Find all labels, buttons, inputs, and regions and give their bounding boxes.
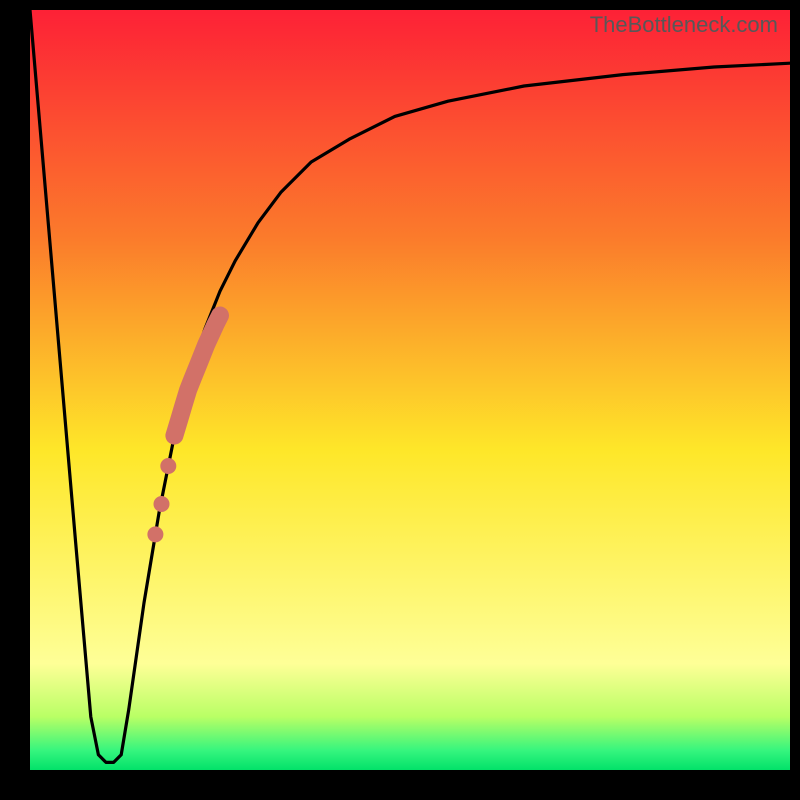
marker-dot (160, 458, 176, 474)
chart-svg (30, 10, 790, 770)
marker-dot (147, 526, 163, 542)
plot-area: TheBottleneck.com (30, 10, 790, 770)
gradient-background (30, 10, 790, 770)
chart-frame: TheBottleneck.com (0, 0, 800, 800)
marker-dot (154, 496, 170, 512)
